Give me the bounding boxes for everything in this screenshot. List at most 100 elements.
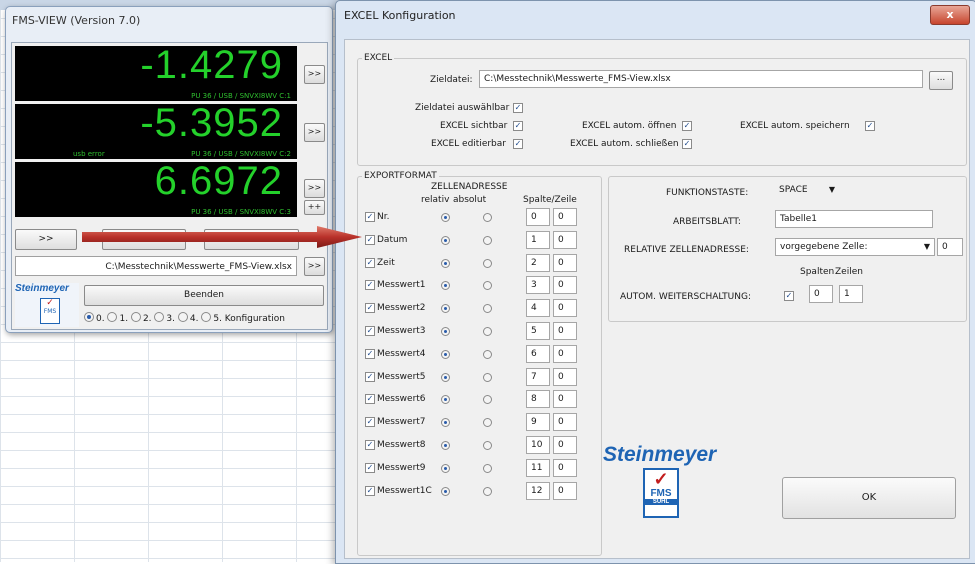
absolute-radio[interactable]	[483, 281, 492, 291]
auto-advance-checkbox[interactable]	[784, 291, 794, 301]
relative-radio[interactable]	[441, 213, 450, 222]
worksheet-input[interactable]: Tabelle1	[775, 210, 933, 228]
absolute-radio[interactable]	[483, 235, 492, 245]
radio-mode-3[interactable]: 3.	[154, 312, 175, 324]
measurement-display-2: -5.3952 usb error PU 36 / USB / SNVXI8WV…	[15, 101, 297, 159]
relative-address-label: RELATIVE ZELLENADRESSE:	[624, 245, 749, 255]
export-row-checkbox[interactable]	[365, 371, 375, 382]
ok-button[interactable]: OK	[782, 477, 956, 519]
row-input[interactable]: 0	[553, 367, 577, 386]
column-input[interactable]: 1	[526, 230, 550, 249]
fms-logo-box: ✓ FMS	[40, 298, 60, 324]
row-input[interactable]: 0	[553, 253, 577, 272]
absolute-radio[interactable]	[483, 304, 492, 314]
absolute-radio[interactable]	[483, 349, 492, 359]
radio-mode-1[interactable]: 1.	[107, 312, 128, 324]
close-button[interactable]: x	[930, 5, 970, 25]
exit-button[interactable]: Beenden	[84, 285, 324, 306]
relative-radio[interactable]	[441, 486, 450, 496]
display-1-expand-button[interactable]: >>	[304, 65, 325, 84]
row-input[interactable]: 0	[553, 322, 577, 340]
path-browse-button[interactable]: >>	[304, 257, 325, 276]
relative-radio[interactable]	[441, 441, 450, 450]
display-2-expand-button[interactable]: >>	[304, 123, 325, 142]
export-row-checkbox[interactable]	[365, 462, 375, 473]
column-input[interactable]: 5	[526, 322, 550, 340]
export-row-checkbox[interactable]	[365, 326, 375, 336]
column-input[interactable]: 7	[526, 367, 550, 386]
row-input[interactable]: 0	[553, 276, 577, 295]
visible-checkbox[interactable]	[513, 121, 523, 131]
absolute-radio[interactable]	[483, 372, 492, 382]
relative-address-number[interactable]: 0	[937, 238, 963, 256]
export-row-checkbox[interactable]	[365, 257, 375, 268]
auto-open-checkbox[interactable]	[682, 121, 692, 131]
row-input[interactable]: 0	[553, 481, 577, 500]
absolute-radio[interactable]	[483, 486, 492, 496]
auto-save-checkbox[interactable]	[865, 121, 875, 131]
column-input[interactable]: 8	[526, 390, 550, 409]
auto-advance-columns-input[interactable]: 0	[809, 285, 833, 303]
editable-checkbox[interactable]	[513, 139, 523, 149]
absolute-radio[interactable]	[483, 213, 492, 222]
target-file-input[interactable]: C:\Messtechnik\Messwerte_FMS-View.xlsx	[479, 70, 923, 88]
relative-radio[interactable]	[441, 281, 450, 291]
column-input[interactable]: 3	[526, 276, 550, 295]
add-display-button[interactable]: ++	[304, 200, 325, 215]
relative-radio[interactable]	[441, 327, 450, 336]
relative-radio[interactable]	[441, 418, 450, 428]
row-input[interactable]: 0	[553, 413, 577, 432]
display-3-expand-button[interactable]: >>	[304, 179, 325, 198]
absolute-radio[interactable]	[483, 463, 492, 473]
row-input[interactable]: 0	[553, 299, 577, 318]
radio-mode-5[interactable]: 5. Konfiguration	[201, 312, 285, 324]
column-input[interactable]: 0	[526, 208, 550, 226]
radio-mode-0[interactable]: 0.	[84, 312, 105, 324]
relative-radio[interactable]	[441, 395, 450, 405]
relative-radio[interactable]	[441, 463, 450, 473]
absolute-radio[interactable]	[483, 395, 492, 405]
measurement-value: -1.4279	[140, 43, 283, 87]
function-key-label: FUNKTIONSTASTE:	[666, 188, 749, 198]
relative-address-dropdown[interactable]: vorgegebene Zelle: ▼	[775, 238, 935, 256]
absolute-radio[interactable]	[483, 418, 492, 428]
browse-button[interactable]: ...	[929, 71, 953, 90]
row-input[interactable]: 0	[553, 208, 577, 226]
row-input[interactable]: 0	[553, 230, 577, 249]
relative-radio[interactable]	[441, 349, 450, 359]
column-input[interactable]: 6	[526, 344, 550, 363]
relative-radio[interactable]	[441, 235, 450, 245]
row-input[interactable]: 0	[553, 436, 577, 454]
column-input[interactable]: 12	[526, 481, 550, 500]
export-row-checkbox[interactable]	[365, 234, 375, 245]
column-input[interactable]: 9	[526, 413, 550, 432]
function-key-dropdown[interactable]: SPACE ▼	[775, 182, 839, 200]
export-row-checkbox[interactable]	[365, 440, 375, 450]
radio-mode-4[interactable]: 4.	[177, 312, 198, 324]
export-row-checkbox[interactable]	[365, 417, 375, 428]
absolute-radio[interactable]	[483, 258, 492, 268]
forward-button[interactable]: >>	[15, 229, 77, 250]
absolute-radio[interactable]	[483, 327, 492, 336]
radio-mode-2[interactable]: 2.	[130, 312, 152, 324]
row-input[interactable]: 0	[553, 344, 577, 363]
relative-radio[interactable]	[441, 372, 450, 382]
auto-advance-rows-input[interactable]: 1	[839, 285, 863, 303]
column-input[interactable]: 10	[526, 436, 550, 454]
row-input[interactable]: 0	[553, 458, 577, 477]
export-row-checkbox[interactable]	[365, 212, 375, 222]
column-input[interactable]: 2	[526, 253, 550, 272]
relative-radio[interactable]	[441, 304, 450, 314]
selectable-checkbox[interactable]	[513, 103, 523, 113]
export-row-checkbox[interactable]	[365, 280, 375, 291]
column-input[interactable]: 11	[526, 458, 550, 477]
relative-radio[interactable]	[441, 258, 450, 268]
absolute-radio[interactable]	[483, 441, 492, 450]
export-row-checkbox[interactable]	[365, 303, 375, 314]
auto-close-checkbox[interactable]	[682, 139, 692, 149]
column-input[interactable]: 4	[526, 299, 550, 318]
row-input[interactable]: 0	[553, 390, 577, 409]
export-row-checkbox[interactable]	[365, 348, 375, 359]
export-row-checkbox[interactable]	[365, 394, 375, 405]
export-row-checkbox[interactable]	[365, 485, 375, 496]
